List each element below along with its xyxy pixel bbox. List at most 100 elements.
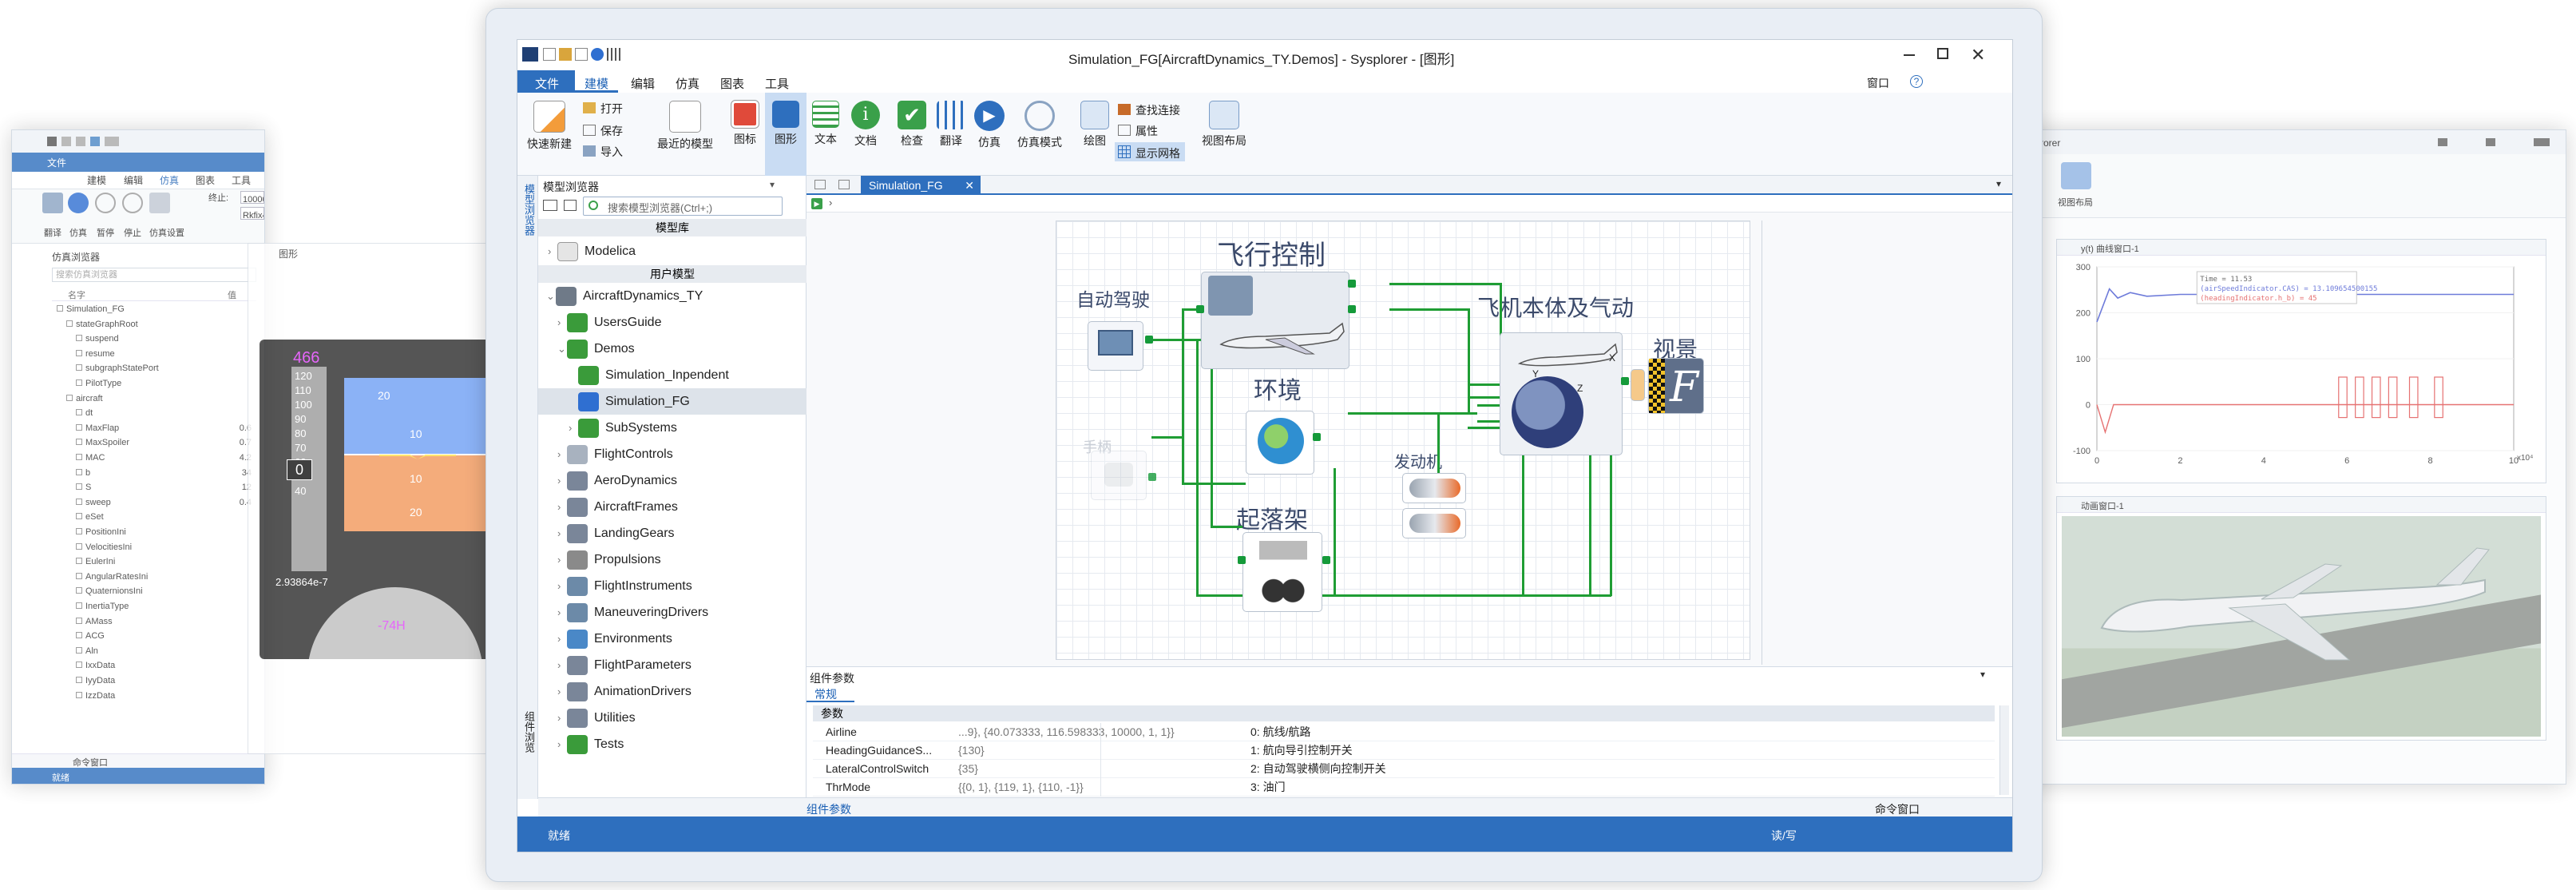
close-button[interactable]: ✕ xyxy=(1971,45,1985,66)
checkbox-icon[interactable] xyxy=(76,468,82,475)
left-simulate-icon[interactable] xyxy=(68,193,89,213)
translate-button[interactable]: 翻译 xyxy=(933,101,969,149)
left-tree-item[interactable]: b 34 xyxy=(52,468,256,483)
side-tab-component-browser[interactable]: 组件浏览 xyxy=(521,711,537,753)
help-icon-light[interactable]: ? xyxy=(1910,75,1923,88)
tree-item[interactable]: › FlightParameters xyxy=(538,652,692,678)
menu-sim-light[interactable]: 仿真 xyxy=(676,75,699,92)
tree-item[interactable]: › Propulsions xyxy=(538,546,661,573)
left-cmd-label[interactable]: 命令窗口 xyxy=(73,756,108,769)
tree-item[interactable]: Simulation_Inpendent xyxy=(538,362,729,388)
checkbox-icon[interactable] xyxy=(66,394,73,401)
left-tree-item[interactable]: EulerIni xyxy=(52,557,256,571)
tree-item[interactable]: Simulation_FG xyxy=(538,388,806,415)
left-menu-model[interactable]: 建模 xyxy=(87,173,106,187)
diagram-view-button[interactable]: 图形 xyxy=(765,93,806,176)
checkbox-icon[interactable] xyxy=(76,483,82,491)
checkbox-icon[interactable] xyxy=(76,677,82,683)
engine-block-2[interactable] xyxy=(1402,508,1466,538)
tree-item[interactable]: › FlightControls xyxy=(538,441,673,467)
left-tree-item[interactable]: resume xyxy=(52,349,256,364)
chevron-icon[interactable]: › xyxy=(557,546,567,573)
left-tree-item[interactable]: AngularRatesIni xyxy=(52,572,256,586)
checkbox-icon[interactable] xyxy=(76,691,82,698)
left-tree-item[interactable]: InertiaType xyxy=(52,602,256,616)
browser-view-icon[interactable] xyxy=(543,200,557,211)
param-value[interactable]: ...9}, {40.073333, 116.598333, 10000, 1,… xyxy=(958,723,1175,741)
chevron-icon[interactable]: › xyxy=(557,705,567,731)
left-tree-item[interactable]: Aln xyxy=(52,646,256,661)
checkbox-icon[interactable] xyxy=(76,409,82,416)
visual-block[interactable]: F xyxy=(1648,358,1704,414)
joystick-block[interactable] xyxy=(1091,451,1147,500)
quick-new-button[interactable]: 快速新建 xyxy=(525,101,573,152)
left-algo-select[interactable]: Rkfix4 xyxy=(240,207,264,220)
chevron-icon[interactable]: › xyxy=(557,494,567,520)
menu-edit-light[interactable]: 编辑 xyxy=(631,75,655,92)
breadcrumb-play-icon[interactable]: ▶ xyxy=(811,198,822,209)
chevron-icon[interactable]: › xyxy=(557,678,567,705)
left-menu-chart[interactable]: 图表 xyxy=(196,173,215,187)
left-tree-item[interactable]: dt xyxy=(52,408,256,423)
param-row[interactable]: HeadingGuidanceS... {130} 1: 航向导引控制开关 xyxy=(813,741,1995,760)
checkbox-icon[interactable] xyxy=(76,542,82,550)
tree-item[interactable]: › UsersGuide xyxy=(538,309,661,336)
menu-tools-light[interactable]: 工具 xyxy=(765,75,789,92)
right-view-layout-icon[interactable] xyxy=(2061,162,2091,189)
check-button[interactable]: ✔ 检查 xyxy=(893,101,931,149)
chevron-icon[interactable]: › xyxy=(557,573,567,599)
minimize-button[interactable] xyxy=(1904,54,1915,56)
tree-item[interactable]: › FlightInstruments xyxy=(538,573,692,599)
left-tree-item[interactable]: S 12 xyxy=(52,483,256,497)
checkbox-icon[interactable] xyxy=(76,498,82,505)
chevron-icon[interactable]: › xyxy=(569,415,578,441)
left-tree-item[interactable]: subgraphStatePort xyxy=(52,364,256,378)
tree-item[interactable]: › ManeuveringDrivers xyxy=(538,599,708,626)
chevron-icon[interactable]: › xyxy=(557,467,567,494)
left-tree-item[interactable]: AMass xyxy=(52,617,256,631)
checkbox-icon[interactable] xyxy=(66,320,73,327)
param-row[interactable]: ThrMode {{0, 1}, {119, 1}, {110, -1}} 3: 油… xyxy=(813,778,1995,797)
params-scrollbar[interactable] xyxy=(1999,705,2009,795)
checkbox-icon[interactable] xyxy=(76,558,82,565)
chevron-icon[interactable]: › xyxy=(557,441,567,467)
left-stop-input[interactable]: 10000 xyxy=(240,191,264,204)
left-tree-item[interactable]: MaxSpoiler 0.7 xyxy=(52,438,256,452)
simulate-button[interactable]: ▶ 仿真 xyxy=(971,101,1008,150)
side-tab-model-browser[interactable]: 模型浏览器 xyxy=(521,184,537,236)
left-tree-item[interactable]: eSet xyxy=(52,512,256,526)
checkbox-icon[interactable] xyxy=(76,423,82,431)
browser-pin-icon[interactable]: ▾ xyxy=(770,179,775,190)
checkbox-icon[interactable] xyxy=(57,305,63,312)
param-value[interactable]: {35} xyxy=(958,760,978,778)
library-modelica[interactable]: › Modelica xyxy=(538,238,636,264)
left-tree-item[interactable]: MAC 4.2 xyxy=(52,453,256,467)
tree-item[interactable]: › AircraftFrames xyxy=(538,494,678,520)
chevron-icon[interactable]: › xyxy=(557,599,567,626)
gear-block[interactable] xyxy=(1242,532,1322,612)
doc-tab-dropdown-icon[interactable]: ▾ xyxy=(1996,178,2001,189)
param-value[interactable]: {{0, 1}, {119, 1}, {110, -1}} xyxy=(958,778,1084,797)
checkbox-icon[interactable] xyxy=(76,646,82,654)
checkbox-icon[interactable] xyxy=(76,572,82,579)
nav-back-icon[interactable] xyxy=(814,180,826,189)
tree-item[interactable]: › AnimationDrivers xyxy=(538,678,692,705)
browser-search-input[interactable]: 搜索模型浏览器(Ctrl+;) xyxy=(583,197,783,216)
tree-item[interactable]: › LandingGears xyxy=(538,520,675,546)
chevron-icon[interactable]: › xyxy=(557,652,567,678)
chevron-icon[interactable]: ⌄ xyxy=(546,283,556,309)
visual-converter-block[interactable] xyxy=(1631,369,1645,401)
param-value[interactable]: {130} xyxy=(958,741,985,760)
left-tree-item[interactable]: VelocitiesIni xyxy=(52,542,256,557)
chevron-icon[interactable]: › xyxy=(557,309,567,336)
checkbox-icon[interactable] xyxy=(76,662,82,669)
left-menu-sim[interactable]: 仿真 xyxy=(160,173,179,187)
aircraft-body-block[interactable]: X Y Z xyxy=(1500,332,1623,455)
left-tree-item[interactable]: sweep 0.4 xyxy=(52,498,256,512)
checkbox-icon[interactable] xyxy=(76,379,82,386)
checkbox-icon[interactable] xyxy=(76,528,82,534)
tree-item[interactable]: › Environments xyxy=(538,626,672,652)
doc-tab-simulation-fg[interactable]: Simulation_FG ✕ xyxy=(861,176,981,195)
open-file-icon[interactable] xyxy=(559,48,572,61)
right-window-controls[interactable] xyxy=(2438,138,2550,146)
